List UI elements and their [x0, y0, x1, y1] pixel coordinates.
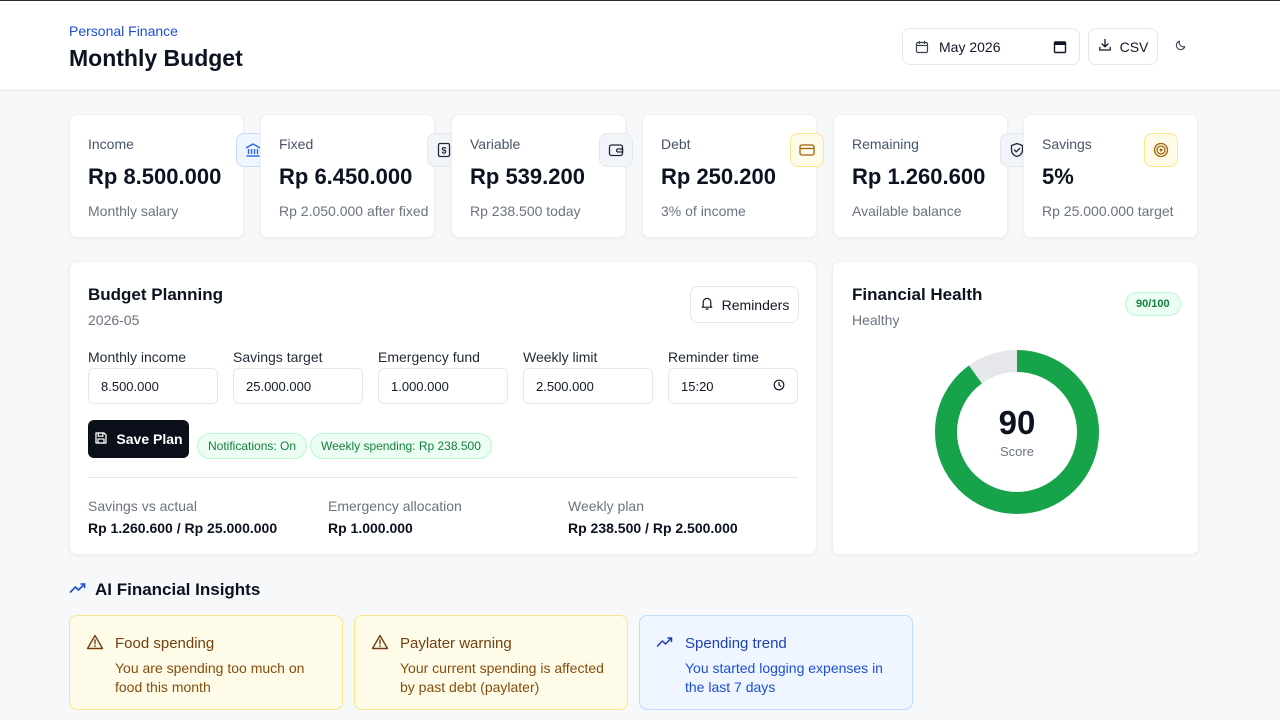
export-csv-label: CSV: [1119, 38, 1149, 55]
emergency-fund-input[interactable]: 1.000.000: [378, 368, 508, 404]
stat-subtext: Available balance: [852, 203, 962, 219]
page-title: Monthly Budget: [69, 45, 243, 71]
field-label: Emergency fund: [378, 349, 480, 365]
stat-card-fixed: Fixed Rp 6.450.000 Rp 2.050.000 after fi…: [260, 114, 461, 238]
stat-value: Rp 6.450.000: [279, 164, 413, 189]
stat-label: Income: [88, 136, 134, 152]
monthly-income-input[interactable]: 8.500.000: [88, 368, 218, 404]
warning-icon: [371, 633, 389, 651]
insight-title: Spending trend: [685, 635, 787, 652]
month-picker[interactable]: May 2026: [902, 28, 1080, 65]
health-status: Healthy: [852, 312, 900, 328]
page-header: Personal Finance Monthly Budget May 2026…: [0, 1, 1280, 91]
target-icon: [1144, 133, 1178, 167]
stat-value: Rp 8.500.000: [88, 164, 222, 189]
insight-card: Spending trend You started logging expen…: [639, 615, 913, 710]
clock-icon[interactable]: [773, 379, 785, 394]
health-score-value: 90: [998, 404, 1036, 441]
page-eyebrow: Personal Finance: [69, 23, 178, 39]
stat-value: Rp 1.260.600: [852, 164, 986, 189]
insight-body: You started logging expenses in the last…: [685, 660, 883, 695]
summary-label: Weekly plan: [568, 498, 645, 514]
insight-body: You are spending too much on food this m…: [115, 660, 305, 695]
wallet-icon: [599, 133, 633, 167]
stat-label: Savings: [1042, 136, 1092, 152]
divider: [88, 477, 798, 478]
reminders-button[interactable]: Reminders: [690, 286, 799, 323]
panel-title: Financial Health: [852, 285, 983, 304]
budget-planning-panel: Budget Planning 2026-05 Reminders Monthl…: [69, 261, 817, 555]
trend-up-icon: [656, 633, 674, 651]
summary-label: Emergency allocation: [328, 498, 462, 514]
svg-text:$: $: [441, 146, 446, 156]
reminder-time-input[interactable]: 15:20: [668, 368, 798, 404]
stat-subtext: 3% of income: [661, 203, 746, 219]
insights-title: AI Financial Insights: [95, 580, 261, 599]
stat-label: Remaining: [852, 136, 919, 152]
stat-subtext: Rp 25.000.000 target: [1042, 203, 1174, 219]
trend-up-icon: [69, 580, 87, 600]
month-picker-value: May 2026: [939, 38, 1001, 55]
reminders-label: Reminders: [721, 296, 790, 313]
summary-value: Rp 1.260.600 / Rp 25.000.000: [88, 520, 278, 536]
calendar-icon: [915, 40, 929, 54]
stat-subtext: Rp 2.050.000 after fixed: [279, 203, 429, 219]
stat-card-remaining: Remaining Rp 1.260.600 Available balance: [833, 114, 1034, 238]
bell-icon: [700, 296, 714, 313]
field-label: Monthly income: [88, 349, 187, 365]
summary-label: Savings vs actual: [88, 498, 197, 514]
field-label: Weekly limit: [523, 349, 598, 365]
save-plan-label: Save Plan: [116, 431, 183, 447]
stat-label: Fixed: [279, 136, 314, 152]
financial-health-panel: Financial Health Healthy 90/100 90 Score: [832, 261, 1199, 555]
reminder-time-value: 15:20: [681, 378, 714, 394]
panel-title: Budget Planning: [88, 285, 224, 304]
insight-body: Your current spending is affected by pas…: [400, 660, 604, 695]
notifications-badge: Notifications: On: [197, 433, 308, 459]
field-label: Reminder time: [668, 349, 760, 365]
panel-subtitle: 2026-05: [88, 312, 140, 328]
summary-value: Rp 1.000.000: [328, 520, 413, 536]
moon-icon: [1175, 38, 1187, 56]
stat-label: Debt: [661, 136, 691, 152]
insight-title: Paylater warning: [400, 635, 512, 652]
stat-card-savings: Savings 5% Rp 25.000.000 target: [1023, 114, 1198, 238]
insight-title: Food spending: [115, 635, 215, 652]
download-icon: [1098, 38, 1112, 55]
stat-card-variable: Variable Rp 539.200 Rp 238.500 today: [451, 114, 633, 238]
savings-target-input[interactable]: 25.000.000: [233, 368, 363, 404]
calendar-picker-icon[interactable]: [1053, 40, 1067, 54]
stat-card-debt: Debt Rp 250.200 3% of income: [642, 114, 824, 238]
health-score-label: Score: [1000, 444, 1034, 459]
warning-icon: [86, 633, 104, 651]
weekly-limit-input[interactable]: 2.500.000: [523, 368, 653, 404]
save-plan-button[interactable]: Save Plan: [88, 420, 189, 458]
theme-toggle-button[interactable]: [1172, 38, 1190, 56]
field-label: Savings target: [233, 349, 323, 365]
insights-heading: AI Financial Insights: [69, 580, 260, 600]
stat-value: Rp 539.200: [470, 164, 585, 189]
stat-label: Variable: [470, 136, 521, 152]
stat-card-income: Income Rp 8.500.000 Monthly salary: [69, 114, 270, 238]
insight-card: Paylater warning Your current spending i…: [354, 615, 628, 710]
export-csv-button[interactable]: CSV: [1088, 28, 1158, 65]
credit-card-icon: [790, 133, 824, 167]
stat-value: Rp 250.200: [661, 164, 776, 189]
save-icon: [94, 431, 108, 448]
summary-value: Rp 238.500 / Rp 2.500.000: [568, 520, 738, 536]
stat-subtext: Rp 238.500 today: [470, 203, 581, 219]
stat-subtext: Monthly salary: [88, 203, 179, 219]
weekly-spending-badge: Weekly spending: Rp 238.500: [310, 433, 492, 459]
score-badge: 90/100: [1125, 292, 1181, 316]
insight-card: Food spending You are spending too much …: [69, 615, 343, 710]
stat-value: 5%: [1042, 164, 1074, 189]
